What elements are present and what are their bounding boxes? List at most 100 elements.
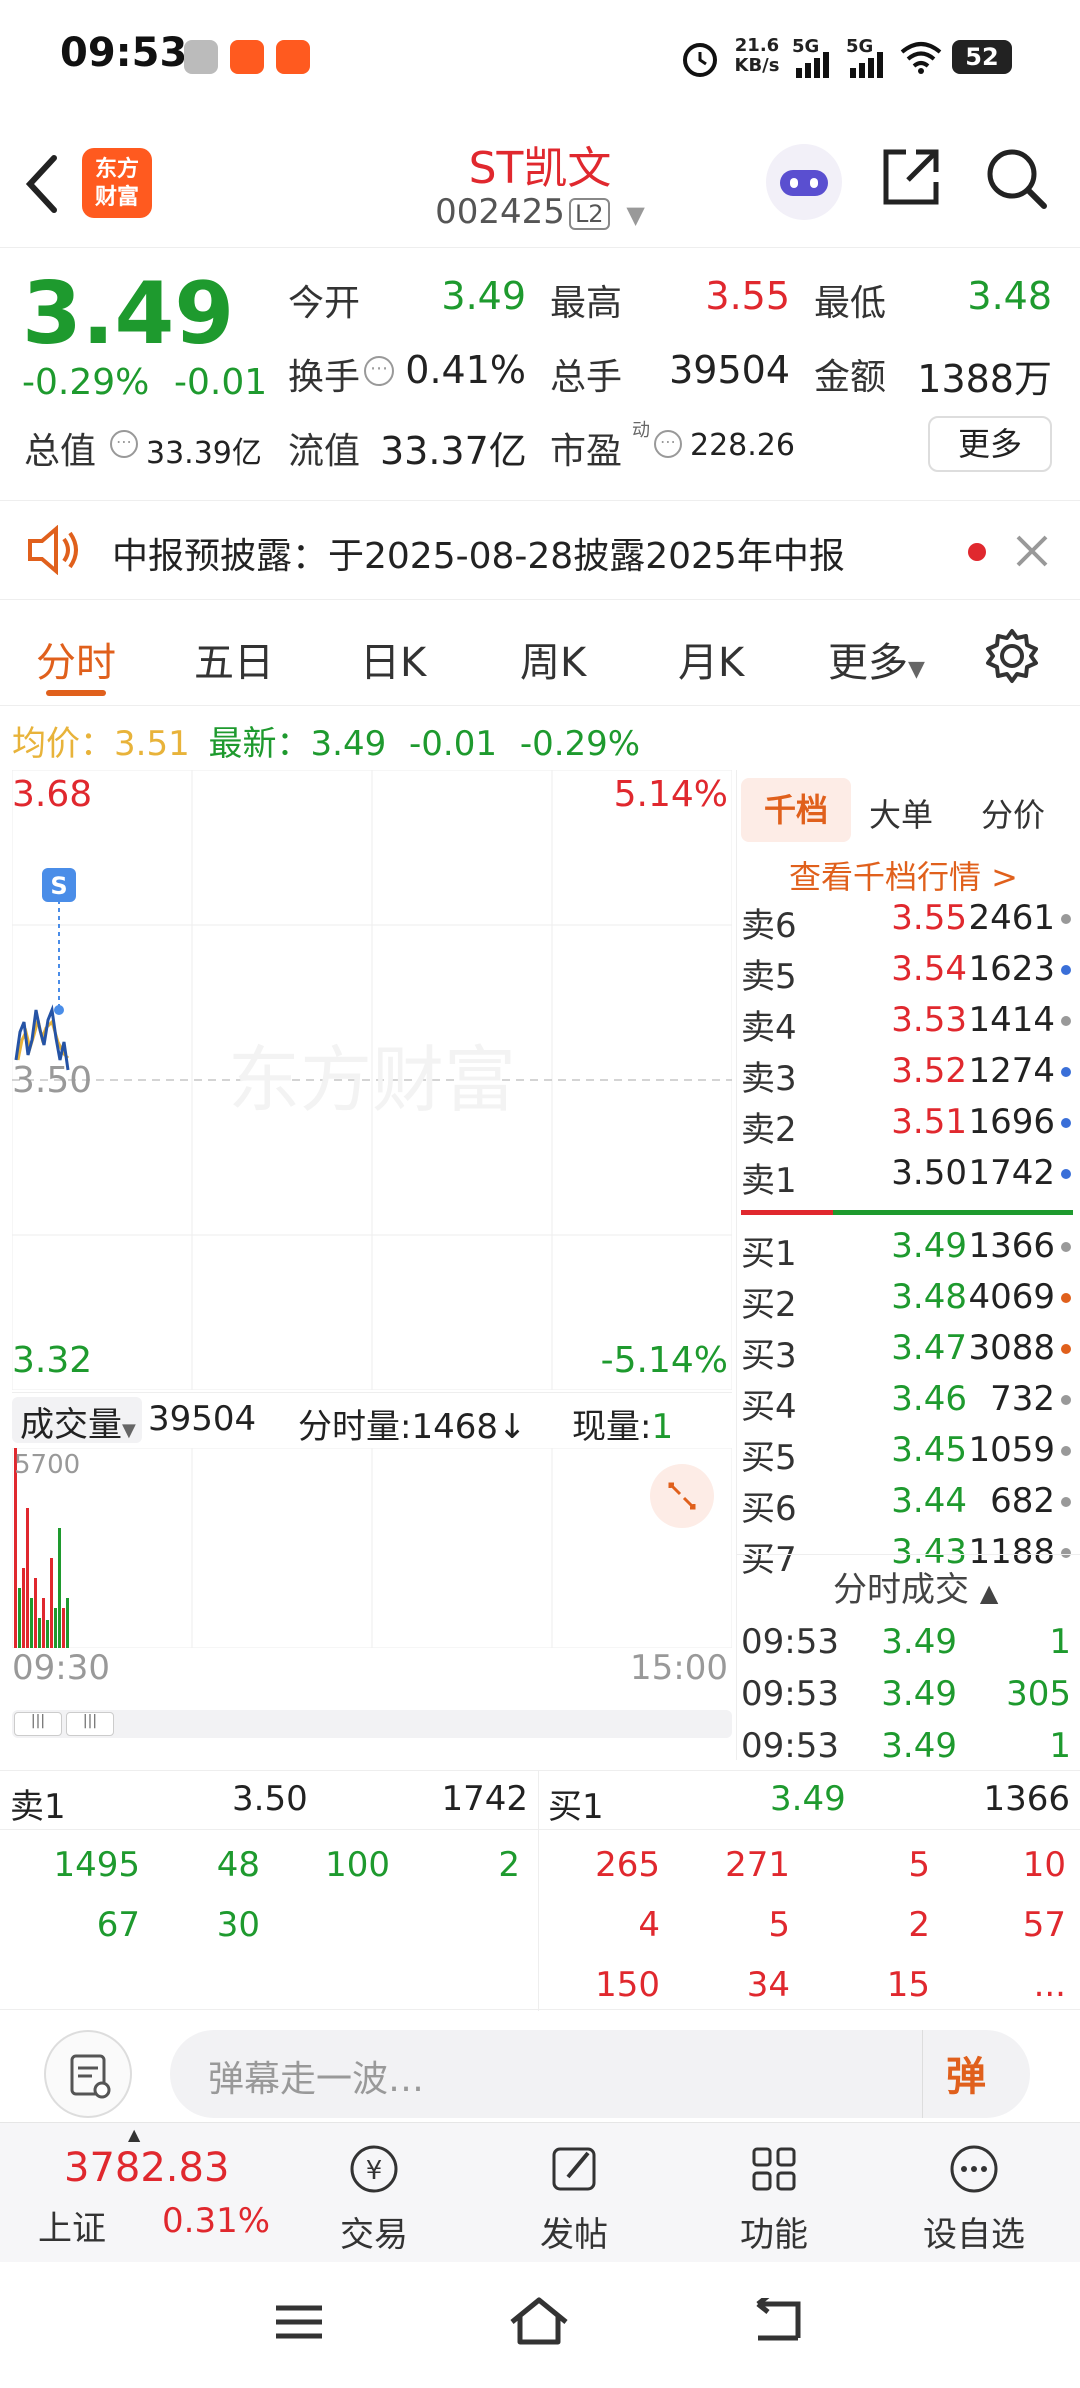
float-cap-label: 流值 (288, 431, 361, 472)
index-ticker[interactable]: ▲ 3782.83 上证 0.31% (0, 2123, 280, 2263)
bid-row[interactable]: 买4 3.46 732 (737, 1375, 1077, 1427)
tab-weekly-k[interactable]: 周K (520, 630, 586, 688)
chevron-down-icon: ▼ (908, 657, 925, 682)
search-icon[interactable] (984, 146, 1048, 210)
ask-row[interactable]: 卖6 3.55 2461 (737, 894, 1077, 946)
bid-label: 买7 (741, 1540, 797, 1580)
volume-chart[interactable]: 5700 (11, 1447, 733, 1649)
bid-row[interactable]: 买1 3.49 1366 (737, 1222, 1077, 1274)
nav-post[interactable]: 发帖 (504, 2137, 644, 2256)
chart-bottom-pct: -5.14% (600, 1340, 728, 1381)
amount-value: 1388万 (917, 357, 1052, 401)
depth-link[interactable]: 查看千档行情 > (789, 852, 1018, 898)
back-icon[interactable] (752, 2298, 802, 2344)
book-tab-price[interactable]: 分价 (981, 790, 1045, 836)
watermark: 东方财富 (228, 1038, 516, 1122)
high-label: 最高 (550, 283, 623, 324)
current-volume: 现量:1 (572, 1407, 674, 1447)
ask-label: 卖6 (741, 906, 797, 946)
bid-row[interactable]: 买5 3.45 1059 (737, 1426, 1077, 1478)
notice-banner[interactable]: 中报预披露：于2025-08-28披露2025年中报 (0, 500, 1080, 600)
nav-add-watchlist[interactable]: 设自选 (904, 2137, 1044, 2256)
time-axis-start: 09:30 (12, 1648, 110, 1688)
volume-indicator-select[interactable]: 成交量▼ (12, 1397, 142, 1445)
eye-icon[interactable]: ⋯ (654, 430, 682, 458)
home-icon[interactable] (508, 2296, 570, 2346)
danmu-toggle-button[interactable]: 弹 (946, 2044, 986, 2102)
ask-row[interactable]: 卖3 3.52 1274 (737, 1047, 1077, 1099)
book-tab-large[interactable]: 大单 (869, 790, 933, 836)
more-button[interactable]: 更多 (928, 416, 1052, 472)
chart-tabs: 分时 五日 日K 周K 月K 更多▼ (0, 602, 1080, 706)
bid-volume: 682 (990, 1481, 1055, 1521)
signal1-icon (796, 52, 829, 78)
tab-daily-k[interactable]: 日K (360, 630, 426, 688)
danmu-placeholder: 弹幕走一波… (208, 2059, 425, 2100)
amount-label: 金额 (814, 357, 887, 398)
tab-more[interactable]: 更多▼ (828, 630, 925, 688)
tab-intraday[interactable]: 分时 (36, 630, 116, 688)
bid-row[interactable]: 买6 3.44 682 (737, 1477, 1077, 1529)
bid-row[interactable]: 买2 3.48 4069 (737, 1273, 1077, 1325)
menu-icon[interactable] (274, 2302, 324, 2342)
active-tab-indicator (46, 690, 106, 696)
ask-row[interactable]: 卖2 3.51 1696 (737, 1098, 1077, 1150)
pe-label: 市盈 (550, 431, 623, 472)
share-icon[interactable] (880, 146, 942, 208)
eye-icon[interactable]: ⋯ (364, 356, 394, 386)
queue-ask-price: 3.50 (232, 1779, 308, 1819)
queue-bid-cell: 2 (908, 1905, 930, 1945)
tab-monthly-k[interactable]: 月K (678, 630, 744, 688)
market-cap-value: 33.39亿 (146, 436, 262, 471)
gear-icon[interactable] (984, 628, 1040, 684)
close-icon[interactable] (1014, 533, 1050, 569)
volume-axis-max: 5700 (14, 1450, 81, 1480)
system-nav-bar (0, 2262, 1080, 2388)
trade-volume: 1 (1049, 1622, 1071, 1662)
bid-dot (1061, 1548, 1071, 1558)
bid-label: 买2 (741, 1285, 797, 1325)
scroll-handle-left: ||| (14, 1712, 62, 1736)
tab-five-day[interactable]: 五日 (194, 630, 274, 688)
nav-trade[interactable]: ¥ 交易 (304, 2137, 444, 2256)
low-label: 最低 (814, 283, 887, 324)
robot-assistant-icon[interactable] (766, 144, 842, 220)
book-divider-green (833, 1210, 1073, 1215)
turnover-label: 换手 (288, 357, 361, 398)
index-value: 3782.83 (64, 2145, 230, 2191)
chart-scrollbar[interactable]: ||| ||| (12, 1710, 732, 1738)
trades-title[interactable]: 分时成交 ▲ (833, 1562, 998, 1611)
chevron-down-icon: ▼ (626, 201, 645, 229)
eye-icon[interactable]: ⋯ (110, 430, 138, 458)
battery-indicator: 52 (952, 40, 1012, 74)
settings-status-icon (184, 40, 218, 74)
low-value: 3.48 (967, 274, 1052, 318)
ask-row[interactable]: 卖1 3.50 1742 (737, 1149, 1077, 1201)
volume-chart-svg (11, 1447, 733, 1649)
bid-row[interactable]: 买3 3.47 3088 (737, 1324, 1077, 1376)
alarm-icon (683, 43, 717, 77)
status-bar: 09:53 21.6 KB/s 5G 5G 52 (0, 0, 1080, 118)
bid-volume: 4069 (968, 1277, 1055, 1317)
ask-row[interactable]: 卖4 3.53 1414 (737, 996, 1077, 1048)
queue-ask-cell: 48 (216, 1845, 260, 1885)
tick-volume: 分时量:1468↓ (298, 1407, 527, 1447)
intraday-chart[interactable]: 东方财富 S 3.68 5.14% 3.50 3.32 -5.14% (11, 769, 733, 1391)
order-book: 千档 大单 分价 查看千档行情 > 卖6 3.55 2461 卖5 3.54 1623 卖4… (736, 770, 1080, 1766)
bid-dot (1061, 1242, 1071, 1252)
ask-row[interactable]: 卖5 3.54 1623 (737, 945, 1077, 997)
trade-row: 09:53 3.49 305 (737, 1670, 1077, 1718)
queue-bid-cell: 4 (638, 1905, 660, 1945)
open-value: 3.49 (441, 274, 526, 318)
nav-functions[interactable]: 功能 (704, 2137, 844, 2256)
app-status-icon (230, 40, 264, 74)
queue-bid-cell: 5 (768, 1905, 790, 1945)
note-icon[interactable] (44, 2030, 132, 2118)
queue-ask-cell: 100 (325, 1845, 390, 1885)
book-tab-depth[interactable]: 千档 (741, 778, 851, 842)
bid-dot (1061, 1446, 1071, 1456)
expand-icon[interactable] (650, 1464, 714, 1528)
wifi-icon (900, 42, 942, 74)
trade-icon: ¥ (350, 2145, 398, 2193)
danmu-input[interactable]: 弹幕走一波… 弹 (170, 2030, 1030, 2118)
